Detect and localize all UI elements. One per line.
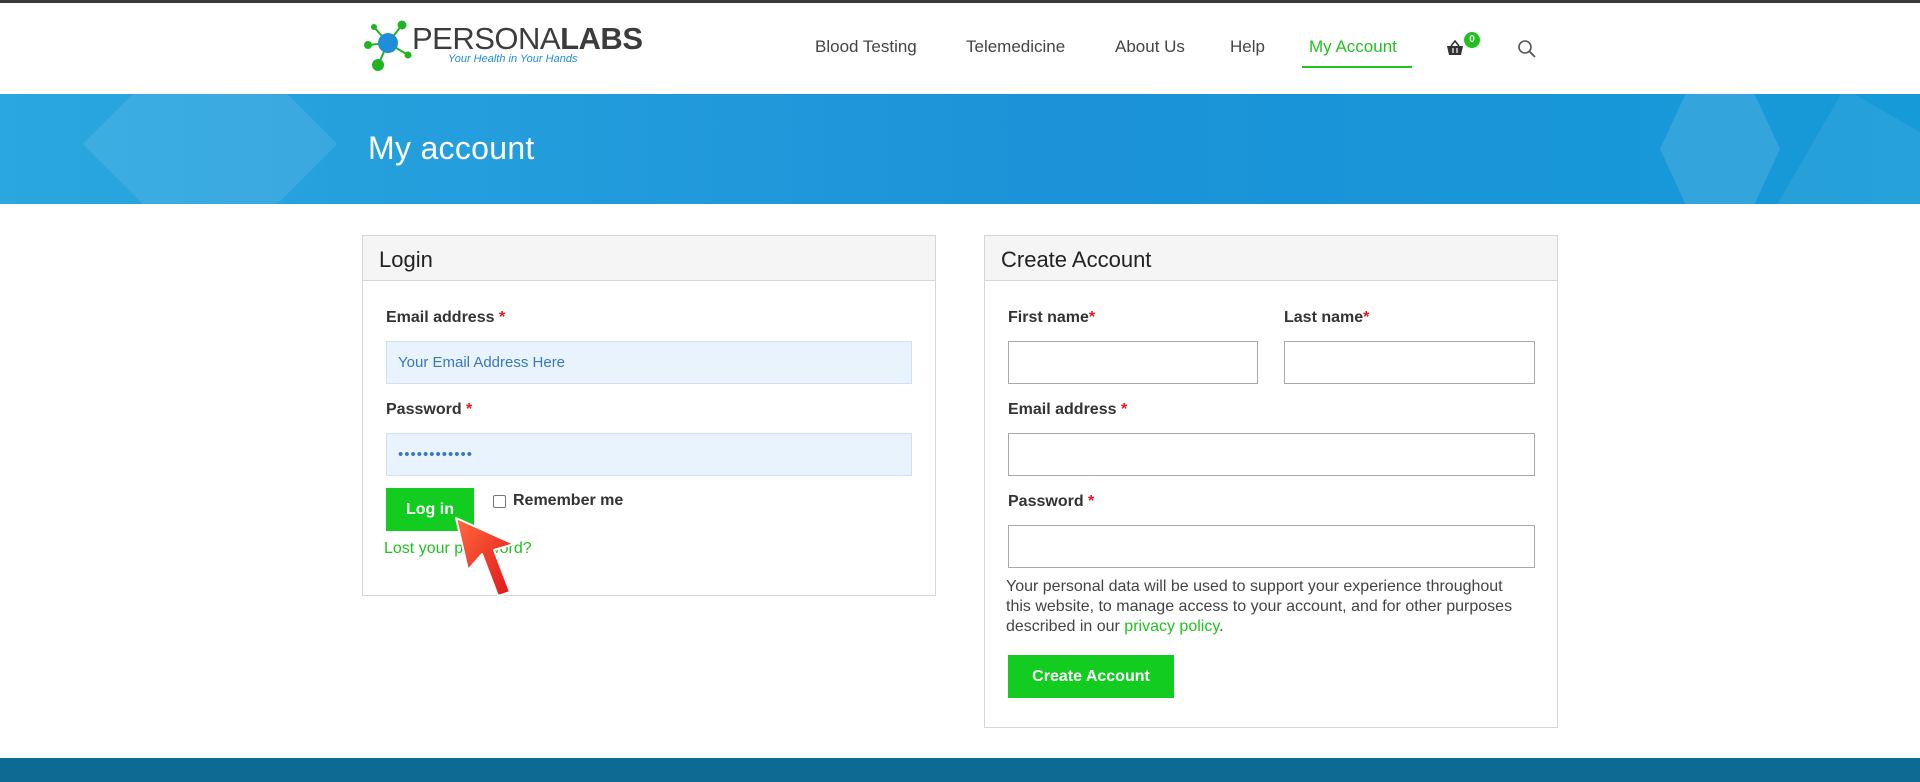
first-name-label-text: First name: [1008, 309, 1089, 326]
nav-help[interactable]: Help: [1230, 37, 1265, 57]
register-email-label-text: Email address: [1008, 401, 1117, 418]
register-password-input[interactable]: [1008, 525, 1535, 568]
required-mark: *: [1088, 493, 1095, 510]
search-icon[interactable]: [1517, 39, 1537, 59]
first-name-input[interactable]: [1008, 341, 1258, 384]
login-password-label: Password *: [386, 401, 472, 419]
last-name-label: Last name*: [1284, 309, 1369, 327]
page-banner: My account: [0, 94, 1920, 204]
required-mark: *: [466, 401, 473, 418]
nav-blood-testing[interactable]: Blood Testing: [815, 37, 917, 57]
privacy-policy-link[interactable]: privacy policy: [1124, 618, 1219, 635]
logo-name-bold: LABS: [560, 21, 643, 56]
banner-decor-hexagon: [1660, 94, 1780, 204]
login-email-label: Email address *: [386, 309, 505, 327]
nav-about-us[interactable]: About Us: [1115, 37, 1185, 57]
nav-telemedicine[interactable]: Telemedicine: [966, 37, 1065, 57]
required-mark: *: [498, 309, 506, 326]
banner-decor-shape: [1774, 94, 1920, 204]
privacy-notice-end: .: [1219, 618, 1224, 635]
privacy-notice: Your personal data will be used to suppo…: [1006, 577, 1526, 637]
page-title: My account: [368, 130, 535, 166]
required-mark: *: [1120, 401, 1128, 418]
last-name-label-text: Last name: [1284, 309, 1364, 326]
site-logo[interactable]: PERSONALABS Your Health in Your Hands: [360, 19, 643, 79]
create-account-button[interactable]: Create Account: [1008, 655, 1174, 698]
login-password-input[interactable]: [386, 433, 912, 476]
first-name-label: First name*: [1008, 309, 1095, 327]
privacy-notice-text: Your personal data will be used to suppo…: [1006, 578, 1513, 635]
required-mark: *: [1088, 309, 1096, 326]
remember-me-label[interactable]: Remember me: [513, 492, 623, 510]
required-mark: *: [1363, 309, 1370, 326]
register-password-label: Password *: [1008, 493, 1094, 511]
nav-active-underline: [1302, 66, 1412, 68]
login-panel: Login Email address * Password * Log in …: [362, 235, 936, 596]
footer-bar: [0, 758, 1920, 782]
basket-icon[interactable]: [1446, 40, 1464, 56]
logo-name-light: PERSONA: [412, 21, 561, 56]
register-panel-header: Create Account: [985, 236, 1557, 281]
site-header: PERSONALABS Your Health in Your Hands Bl…: [0, 3, 1920, 94]
banner-decor-shape: [82, 94, 338, 204]
logo-tagline: Your Health in Your Hands: [448, 53, 578, 65]
register-email-input[interactable]: [1008, 433, 1535, 476]
logo-wordmark: PERSONALABS: [412, 21, 643, 57]
register-panel: Create Account First name* Last name* Em…: [984, 235, 1558, 728]
login-email-label-text: Email address: [386, 309, 495, 326]
last-name-input[interactable]: [1284, 341, 1535, 384]
pointer-arrow-icon: [455, 517, 515, 597]
cart-count-badge: 0: [1464, 32, 1480, 48]
login-title: Login: [379, 247, 433, 272]
login-panel-header: Login: [363, 236, 935, 281]
remember-me-checkbox[interactable]: [493, 495, 506, 508]
register-email-label: Email address *: [1008, 401, 1127, 419]
molecule-logo-icon: [364, 20, 412, 71]
nav-my-account[interactable]: My Account: [1309, 37, 1397, 57]
register-password-label-text: Password: [1008, 493, 1084, 510]
register-title: Create Account: [1001, 247, 1152, 272]
login-password-label-text: Password: [386, 401, 462, 418]
login-email-input[interactable]: [386, 341, 912, 384]
